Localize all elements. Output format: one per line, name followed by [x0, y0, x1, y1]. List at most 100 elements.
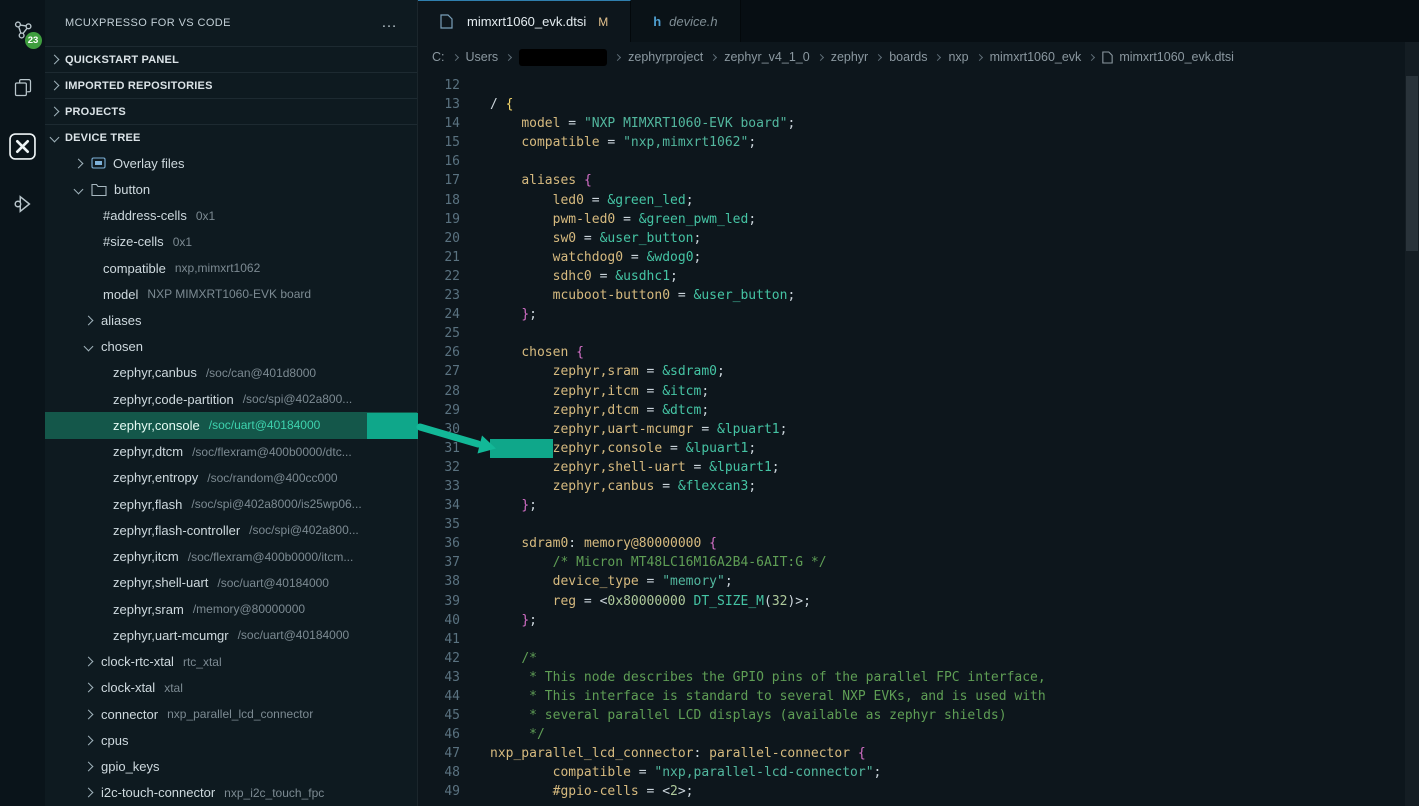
tree-item-connector[interactable]: connectornxp_parallel_lcd_connector: [45, 701, 417, 727]
scrollbar-thumb[interactable]: [1406, 76, 1418, 251]
breadcrumb-item-file[interactable]: mimxrt1060_evk.dtsi: [1119, 50, 1234, 64]
chevron-right-icon[interactable]: [84, 762, 94, 772]
tree-item-zephyr-code-partition[interactable]: zephyr,code-partition/soc/spi@402a800...: [45, 386, 417, 412]
tree-item-clock-rtc-xtal[interactable]: clock-rtc-xtalrtc_xtal: [45, 648, 417, 674]
code-line-text: / {: [490, 95, 513, 114]
code-editor[interactable]: 1213/ {14 model = "NXP MIMXRT1060-EVK bo…: [418, 72, 1405, 806]
breadcrumb-item-boards[interactable]: boards: [889, 50, 927, 64]
mcuxpresso-x-icon[interactable]: [7, 130, 39, 162]
breadcrumb-item-redacted-username[interactable]: [519, 49, 607, 66]
code-line-42[interactable]: 42 /*: [418, 649, 1405, 668]
chevron-right-icon[interactable]: [84, 683, 94, 693]
tree-item--size-cells[interactable]: #size-cells0x1: [45, 229, 417, 255]
code-line-33[interactable]: 33 zephyr,canbus = &flexcan3;: [418, 477, 1405, 496]
code-line-46[interactable]: 46 */: [418, 725, 1405, 744]
tree-item-cpus[interactable]: cpus: [45, 727, 417, 753]
tree-item-zephyr-canbus[interactable]: zephyr,canbus/soc/can@401d8000: [45, 360, 417, 386]
code-line-23[interactable]: 23 mcuboot-button0 = &user_button;: [418, 286, 1405, 305]
code-line-39[interactable]: 39 reg = <0x80000000 DT_SIZE_M(32)>;: [418, 592, 1405, 611]
code-line-43[interactable]: 43 * This node describes the GPIO pins o…: [418, 668, 1405, 687]
code-line-32[interactable]: 32 zephyr,shell-uart = &lpuart1;: [418, 458, 1405, 477]
breadcrumb-item-zephyr-v4-1-0[interactable]: zephyr_v4_1_0: [724, 50, 809, 64]
chevron-down-icon[interactable]: [84, 342, 94, 352]
tree-item--address-cells[interactable]: #address-cells0x1: [45, 202, 417, 228]
code-line-31[interactable]: 31 zephyr,console = &lpuart1;: [418, 439, 1405, 458]
code-line-37[interactable]: 37 /* Micron MT48LC16M16A2B4-6AIT:G */: [418, 553, 1405, 572]
tree-item-zephyr-flash-controller[interactable]: zephyr,flash-controller/soc/spi@402a800.…: [45, 517, 417, 543]
tree-item-zephyr-dtcm[interactable]: zephyr,dtcm/soc/flexram@400b0000/dtc...: [45, 439, 417, 465]
code-line-13[interactable]: 13/ {: [418, 95, 1405, 114]
code-line-34[interactable]: 34 };: [418, 496, 1405, 515]
section-imported-repositories[interactable]: IMPORTED REPOSITORIES: [45, 72, 417, 98]
tab-device-h[interactable]: h device.h: [631, 0, 740, 42]
code-line-40[interactable]: 40 };: [418, 611, 1405, 630]
organization-icon[interactable]: 23: [7, 14, 39, 46]
code-line-19[interactable]: 19 pwm-led0 = &green_pwm_led;: [418, 210, 1405, 229]
code-line-48[interactable]: 48 compatible = "nxp,parallel-lcd-connec…: [418, 763, 1405, 782]
tree-item-compatible[interactable]: compatiblenxp,mimxrt1062: [45, 255, 417, 281]
tree-item-zephyr-console[interactable]: zephyr,console/soc/uart@40184000: [45, 412, 417, 438]
code-line-49[interactable]: 49 #gpio-cells = <2>;: [418, 782, 1405, 801]
chevron-right-icon[interactable]: [84, 316, 94, 326]
chevron-right-icon[interactable]: [84, 709, 94, 719]
activity-bar: 23: [0, 0, 45, 806]
chevron-right-icon[interactable]: [84, 657, 94, 667]
code-line-35[interactable]: 35: [418, 515, 1405, 534]
code-line-22[interactable]: 22 sdhc0 = &usdhc1;: [418, 267, 1405, 286]
tree-item-clock-xtal[interactable]: clock-xtalxtal: [45, 675, 417, 701]
tree-item-overlay-files[interactable]: Overlay files: [45, 150, 417, 176]
code-line-12[interactable]: 12: [418, 76, 1405, 95]
chevron-right-icon[interactable]: [84, 788, 94, 798]
code-line-47[interactable]: 47nxp_parallel_lcd_connector: parallel-c…: [418, 744, 1405, 763]
breadcrumb-item-drive[interactable]: C:: [432, 50, 445, 64]
more-actions-icon[interactable]: …: [377, 16, 401, 30]
chevron-right-icon[interactable]: [84, 735, 94, 745]
tree-item-value: /soc/random@400cc000: [207, 471, 337, 485]
breadcrumb-item-users[interactable]: Users: [466, 50, 499, 64]
code-line-14[interactable]: 14 model = "NXP MIMXRT1060-EVK board";: [418, 114, 1405, 133]
breadcrumb-item-zephyrproject[interactable]: zephyrproject: [628, 50, 703, 64]
tree-item-button[interactable]: button: [45, 176, 417, 202]
tree-item-model[interactable]: modelNXP MIMXRT1060-EVK board: [45, 281, 417, 307]
tree-item-gpio-keys[interactable]: gpio_keys: [45, 753, 417, 779]
code-line-45[interactable]: 45 * several parallel LCD displays (avai…: [418, 706, 1405, 725]
breadcrumb-item-board-folder[interactable]: mimxrt1060_evk: [990, 50, 1082, 64]
section-quickstart-panel[interactable]: QUICKSTART PANEL: [45, 46, 417, 72]
section-device-tree[interactable]: DEVICE TREE: [45, 124, 417, 150]
code-line-29[interactable]: 29 zephyr,dtcm = &dtcm;: [418, 401, 1405, 420]
breadcrumb-item-zephyr[interactable]: zephyr: [831, 50, 869, 64]
code-line-24[interactable]: 24 };: [418, 305, 1405, 324]
code-line-21[interactable]: 21 watchdog0 = &wdog0;: [418, 248, 1405, 267]
tree-item-zephyr-flash[interactable]: zephyr,flash/soc/spi@402a8000/is25wp06..…: [45, 491, 417, 517]
chevron-right-icon[interactable]: [74, 158, 84, 168]
code-line-38[interactable]: 38 device_type = "memory";: [418, 572, 1405, 591]
code-line-18[interactable]: 18 led0 = &green_led;: [418, 191, 1405, 210]
tree-item-zephyr-entropy[interactable]: zephyr,entropy/soc/random@400cc000: [45, 465, 417, 491]
code-line-30[interactable]: 30 zephyr,uart-mcumgr = &lpuart1;: [418, 420, 1405, 439]
code-line-36[interactable]: 36 sdram0: memory@80000000 {: [418, 534, 1405, 553]
tree-item-chosen[interactable]: chosen: [45, 334, 417, 360]
code-line-41[interactable]: 41: [418, 630, 1405, 649]
breadcrumb-item-nxp[interactable]: nxp: [948, 50, 968, 64]
code-line-16[interactable]: 16: [418, 152, 1405, 171]
debug-icon[interactable]: [7, 188, 39, 220]
code-line-27[interactable]: 27 zephyr,sram = &sdram0;: [418, 362, 1405, 381]
tree-item-zephyr-itcm[interactable]: zephyr,itcm/soc/flexram@400b0000/itcm...: [45, 544, 417, 570]
code-line-28[interactable]: 28 zephyr,itcm = &itcm;: [418, 382, 1405, 401]
tree-item-zephyr-sram[interactable]: zephyr,sram/memory@80000000: [45, 596, 417, 622]
tree-item-aliases[interactable]: aliases: [45, 307, 417, 333]
code-line-20[interactable]: 20 sw0 = &user_button;: [418, 229, 1405, 248]
code-line-26[interactable]: 26 chosen {: [418, 343, 1405, 362]
chevron-down-icon[interactable]: [74, 184, 84, 194]
pages-icon[interactable]: [7, 72, 39, 104]
tree-item-i2c-touch-connector[interactable]: i2c-touch-connectornxp_i2c_touch_fpc: [45, 780, 417, 806]
tree-item-zephyr-uart-mcumgr[interactable]: zephyr,uart-mcumgr/soc/uart@40184000: [45, 622, 417, 648]
vertical-scrollbar[interactable]: [1405, 42, 1419, 806]
tree-item-zephyr-shell-uart[interactable]: zephyr,shell-uart/soc/uart@40184000: [45, 570, 417, 596]
code-line-25[interactable]: 25: [418, 324, 1405, 343]
code-line-44[interactable]: 44 * This interface is standard to sever…: [418, 687, 1405, 706]
section-projects[interactable]: PROJECTS: [45, 98, 417, 124]
code-line-17[interactable]: 17 aliases {: [418, 171, 1405, 190]
code-line-15[interactable]: 15 compatible = "nxp,mimxrt1062";: [418, 133, 1405, 152]
tab-mimxrt1060-evk-dtsi[interactable]: mimxrt1060_evk.dtsi M: [418, 0, 631, 42]
